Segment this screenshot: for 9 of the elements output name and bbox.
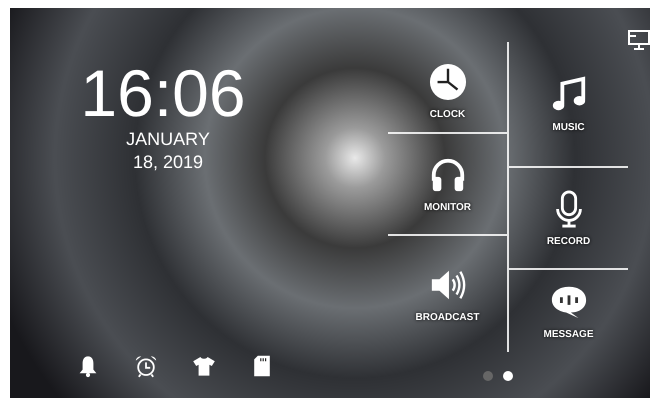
tile-label[interactable]: MUSIC: [552, 122, 585, 132]
tile-label[interactable]: BROADCAST: [416, 312, 480, 322]
date-text: JANUARY: [125, 128, 210, 151]
clock-time: 16:06: [80, 58, 246, 128]
tile-label[interactable]: MESSAGE: [543, 328, 594, 340]
tile-label[interactable]: RECORD: [546, 236, 590, 246]
date-text: 18, 2019: [132, 151, 204, 174]
tile-label[interactable]: MONITOR: [424, 202, 472, 212]
tile-label[interactable]: CLOCK: [430, 108, 466, 120]
